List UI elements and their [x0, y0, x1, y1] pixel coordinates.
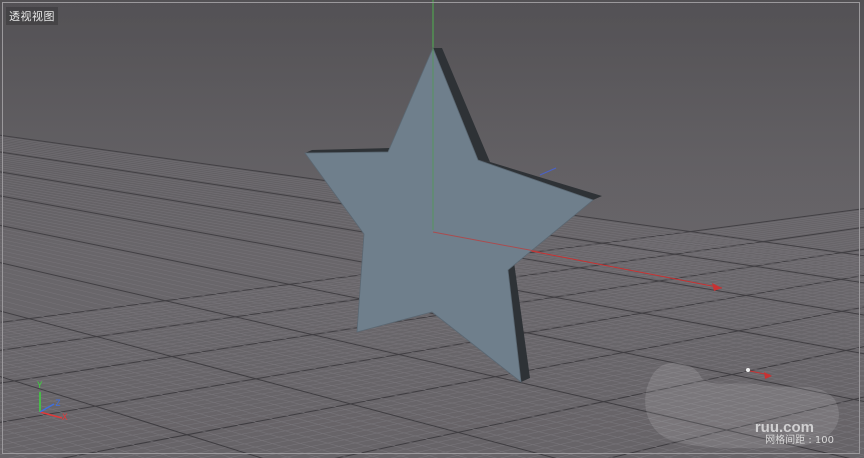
object-marker[interactable] — [746, 368, 750, 372]
3d-viewport[interactable]: 透视视图 Y Z X ruu.com 网格间距 : 100 — [0, 0, 864, 458]
gizmo-y-label: Y — [37, 381, 43, 391]
gizmo-z-label: Z — [55, 399, 61, 409]
gizmo-x-label: X — [62, 413, 68, 423]
grid-spacing-readout: 网格间距 : 100 — [765, 435, 834, 446]
viewport-scene[interactable] — [0, 0, 864, 458]
view-name-label[interactable]: 透视视图 — [6, 7, 58, 25]
